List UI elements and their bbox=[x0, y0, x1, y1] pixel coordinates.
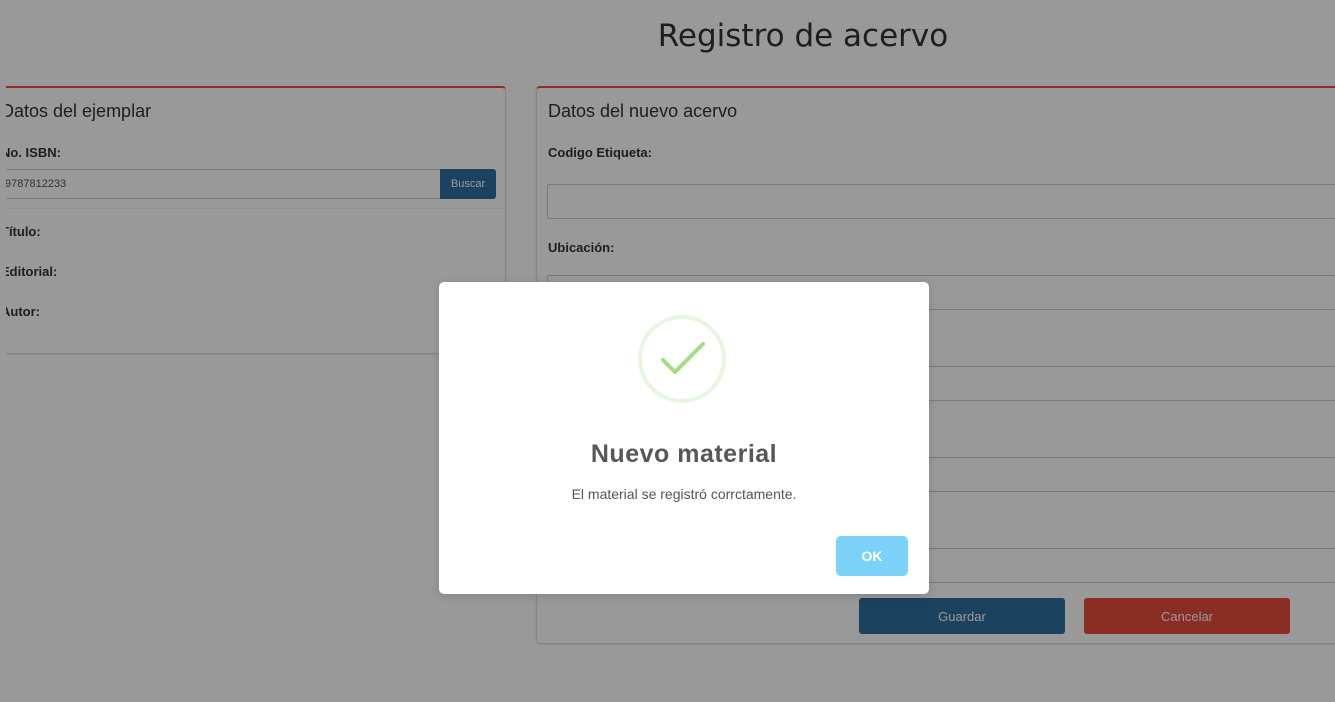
modal-title: Nuevo material bbox=[590, 440, 778, 468]
success-modal: Nuevo material El material se registró c… bbox=[439, 282, 929, 594]
modal-text: El material se registró corrctamente. bbox=[571, 486, 797, 502]
ok-button[interactable]: OK bbox=[836, 536, 908, 576]
check-icon bbox=[661, 342, 705, 374]
page: Registro de acervo Datos del ejemplar No… bbox=[0, 0, 1335, 702]
success-check-icon bbox=[638, 315, 726, 403]
